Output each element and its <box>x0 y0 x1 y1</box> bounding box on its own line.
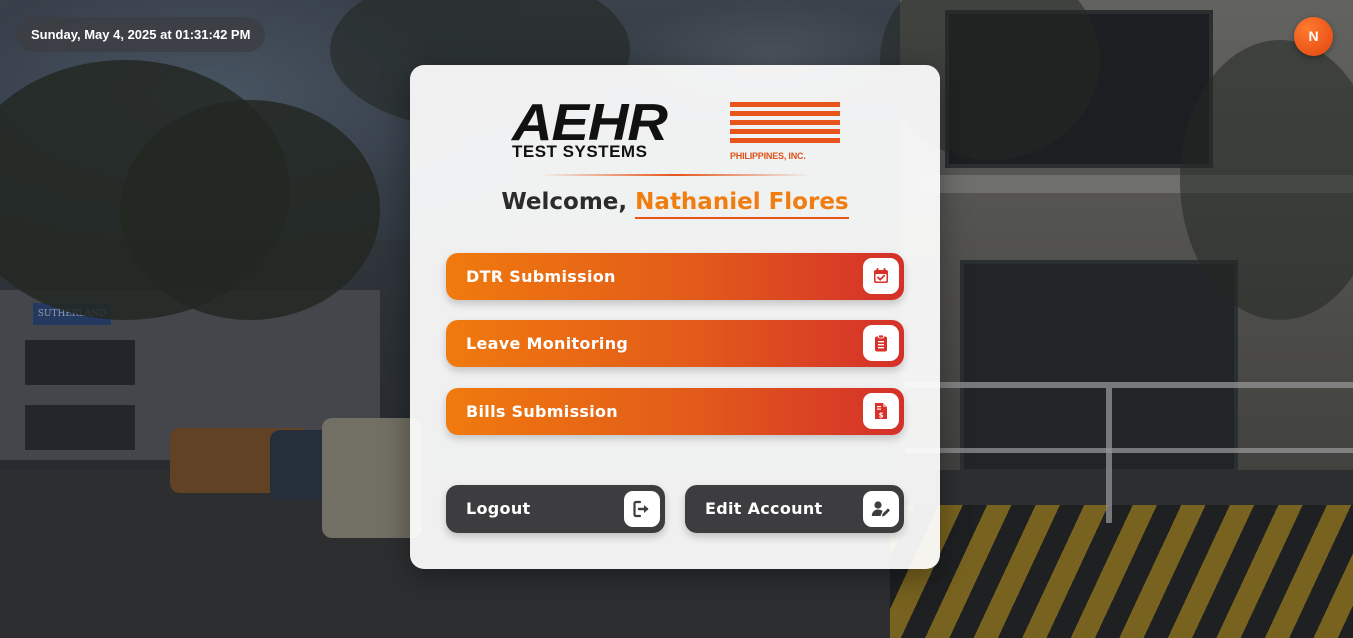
clipboard-list-icon <box>863 325 899 361</box>
welcome-heading: Welcome, Nathaniel Flores <box>410 189 940 219</box>
user-edit-icon <box>863 491 899 527</box>
invoice-dollar-icon: $ <box>863 393 899 429</box>
bills-submission-label: Bills Submission <box>466 402 618 421</box>
logout-label: Logout <box>466 499 531 518</box>
welcome-prefix: Welcome, <box>501 189 628 215</box>
logo-stripes <box>730 102 840 148</box>
dtr-submission-button[interactable]: DTR Submission <box>446 253 904 300</box>
bills-submission-button[interactable]: Bills Submission $ <box>446 388 904 435</box>
logout-button[interactable]: Logout <box>446 485 665 533</box>
logo-divider <box>540 174 810 176</box>
dtr-submission-label: DTR Submission <box>466 267 616 286</box>
dashboard-card: AEHR TEST SYSTEMS PHILIPPINES, INC. Welc… <box>410 65 940 569</box>
company-logo: AEHR TEST SYSTEMS PHILIPPINES, INC. <box>512 97 840 163</box>
edit-account-label: Edit Account <box>705 499 823 518</box>
svg-text:$: $ <box>879 412 884 420</box>
logout-icon <box>624 491 660 527</box>
user-name: Nathaniel Flores <box>635 189 849 219</box>
user-avatar-button[interactable]: N <box>1294 17 1333 56</box>
leave-monitoring-label: Leave Monitoring <box>466 334 629 353</box>
logo-country-text: PHILIPPINES, INC. <box>730 151 806 161</box>
calendar-check-icon <box>863 258 899 294</box>
logo-sub-text: TEST SYSTEMS <box>512 142 648 161</box>
datetime-display: Sunday, May 4, 2025 at 01:31:42 PM <box>16 17 266 52</box>
leave-monitoring-button[interactable]: Leave Monitoring <box>446 320 904 367</box>
edit-account-button[interactable]: Edit Account <box>685 485 904 533</box>
